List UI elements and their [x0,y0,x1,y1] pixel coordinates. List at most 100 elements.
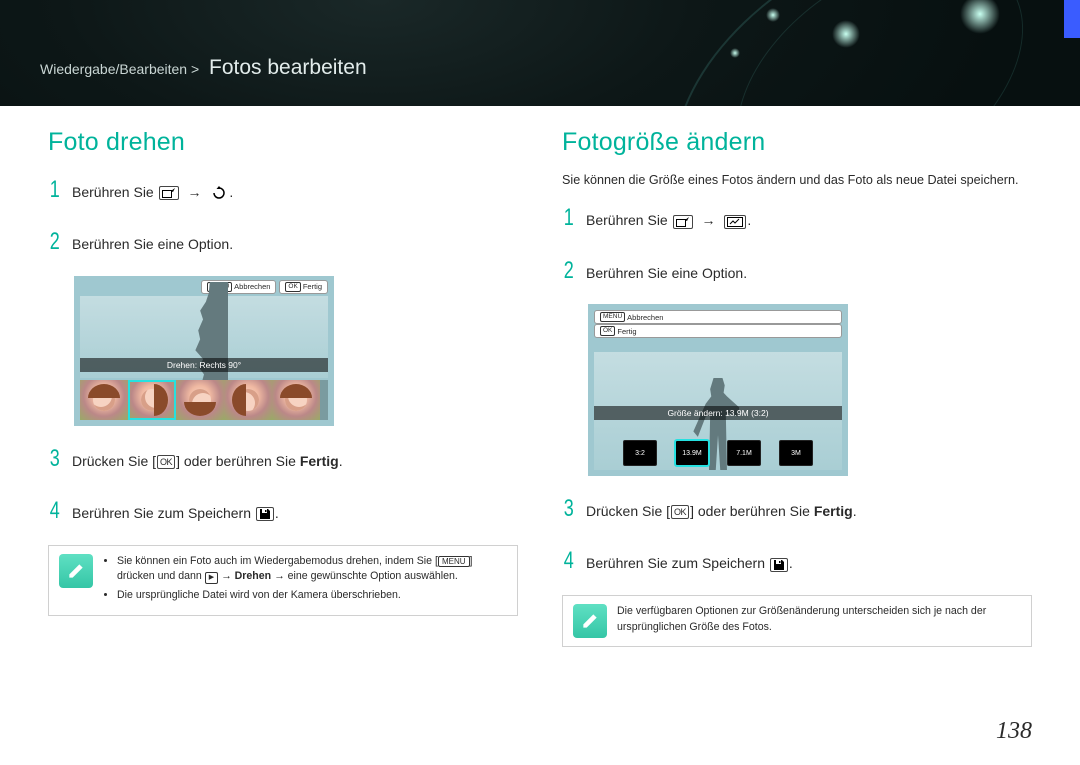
thumb-more[interactable] [320,380,328,420]
note-icon [573,604,607,638]
text: ] oder berühren Sie [690,503,814,519]
menu-icon: MENU [438,556,470,567]
text: Drücken Sie [ [72,453,156,469]
steps-resize-cont: 3 Drücken Sie [OK] oder berühren Sie Fer… [562,490,1032,581]
ok-button-icon: OK [671,505,689,519]
note-icon [59,554,93,588]
label: Fertig [303,282,322,291]
text: Drücken Sie [ [586,503,670,519]
step-number: 3 [564,490,575,528]
size-option[interactable]: 3:2 [623,440,657,466]
step-text: Berühren Sie eine Option. [586,262,747,284]
screenshot-rotate: MENUAbbrechen OKFertig Drehen: Rechts 90… [74,276,334,426]
steps-rotate-cont: 3 Drücken Sie [OK] oder berühren Sie Fer… [48,440,518,531]
text: . [339,453,343,469]
menu-icon: MENU [600,312,625,322]
thumb-option-selected[interactable] [128,380,176,420]
preview-area: Größe ändern: 13.9M (3:2) 3:2 13.9M 7.1M… [594,352,842,470]
silhouette-icon [180,282,228,392]
step-text: Berühren Sie → . [72,181,233,203]
label: Abbrechen [234,282,270,291]
bold-text: Fertig [814,503,853,519]
ok-icon: OK [600,326,615,336]
size-option[interactable]: 7.1M [727,440,761,466]
menu-cancel-pill: MENUAbbrechen [594,310,842,324]
note-text: Die verfügbaren Optionen zur Größenänder… [617,604,1021,636]
bold-text: Fertig [300,453,339,469]
step-text: Drücken Sie [OK] oder berühren Sie Ferti… [72,450,343,472]
sparkle-icon [766,8,780,22]
resize-icon [724,215,746,229]
text: Berühren Sie [586,212,668,228]
step-number: 1 [564,199,575,237]
caption: Größe ändern: 13.9M (3:2) [594,406,842,420]
sparkle-icon [730,48,740,58]
thumb-option[interactable] [176,380,224,420]
step-3: 3 Drücken Sie [OK] oder berühren Sie Fer… [562,490,1032,528]
step-4: 4 Berühren Sie zum Speichern . [48,492,518,530]
screenshot-topbar: MENUAbbrechen OKFertig [594,310,842,338]
step-1: 1 Berühren Sie → . [48,171,518,209]
step-4: 4 Berühren Sie zum Speichern . [562,542,1032,580]
size-option[interactable]: 3M [779,440,813,466]
thumb-option[interactable] [80,380,128,420]
note-item: Die ursprüngliche Datei wird von der Kam… [117,588,507,604]
page-number: 138 [996,718,1032,745]
note-list: Sie können ein Foto auch im Wiedergabemo… [103,554,507,608]
page-body: Foto drehen 1 Berühren Sie → . 2 Berühre… [0,106,1080,765]
step-number: 2 [564,252,575,290]
step-text: Berühren Sie zum Speichern . [586,552,793,574]
label: Fertig [617,327,636,336]
step-1: 1 Berühren Sie → . [562,199,1032,237]
steps-resize: 1 Berühren Sie → . 2 Berühren Sie eine O… [562,199,1032,290]
breadcrumb: Wiedergabe/Bearbeiten > Fotos bearbeiten [40,56,367,80]
thumb-option[interactable] [224,380,272,420]
caption: Drehen: Rechts 90° [80,358,328,372]
text: → eine gewünschte Option auswählen. [271,570,458,582]
intro-text: Sie können die Größe eines Fotos ändern … [562,171,1032,189]
rotate-icon [210,186,228,200]
preview-area: Drehen: Rechts 90° [80,296,328,378]
screenshot-resize: MENUAbbrechen OKFertig Größe ändern: 13.… [588,304,848,476]
step-text: Berühren Sie → . [586,209,751,231]
ok-icon: OK [285,282,300,292]
save-icon [770,558,788,572]
text: . [747,212,751,228]
save-icon [256,507,274,521]
arrow-icon: → [188,184,202,200]
size-option-selected[interactable]: 13.9M [675,440,709,466]
ok-done-pill: OKFertig [279,280,328,294]
ok-done-pill: OKFertig [594,324,842,338]
text: → [218,570,234,582]
arrow-icon: → [702,212,716,228]
text: Berühren Sie zum Speichern [586,555,765,571]
note-box-resize: Die verfügbaren Optionen zur Größenänder… [562,595,1032,647]
text: Berühren Sie zum Speichern [72,505,251,521]
text: Sie können ein Foto auch im Wiedergabemo… [117,555,438,567]
note-item: Sie können ein Foto auch im Wiedergabemo… [117,554,507,586]
note-box-rotate: Sie können ein Foto auch im Wiedergabemo… [48,545,518,617]
step-number: 1 [50,171,61,209]
breadcrumb-title: Fotos bearbeiten [209,56,367,79]
breadcrumb-path: Wiedergabe/Bearbeiten > [40,61,199,77]
step-text: Berühren Sie zum Speichern . [72,502,279,524]
edit-icon [159,186,179,200]
rotation-thumbnails [80,380,328,420]
heading-resize: Fotogröße ändern [562,128,1032,157]
text: ] oder berühren Sie [176,453,300,469]
text: . [275,505,279,521]
label: Abbrechen [627,313,663,322]
page-header: Wiedergabe/Bearbeiten > Fotos bearbeiten [0,0,1080,106]
ok-button-icon: OK [157,455,175,469]
section-tab [1064,0,1080,38]
step-number: 4 [50,492,61,530]
column-rotate: Foto drehen 1 Berühren Sie → . 2 Berühre… [48,128,518,765]
step-2: 2 Berühren Sie eine Option. [562,252,1032,290]
sparkle-icon [832,20,860,48]
heading-rotate: Foto drehen [48,128,518,157]
size-options: 3:2 13.9M 7.1M 3M [594,440,842,466]
text: Berühren Sie [72,184,154,200]
steps-rotate: 1 Berühren Sie → . 2 Berühren Sie eine O… [48,171,518,262]
step-3: 3 Drücken Sie [OK] oder berühren Sie Fer… [48,440,518,478]
thumb-option[interactable] [272,380,320,420]
